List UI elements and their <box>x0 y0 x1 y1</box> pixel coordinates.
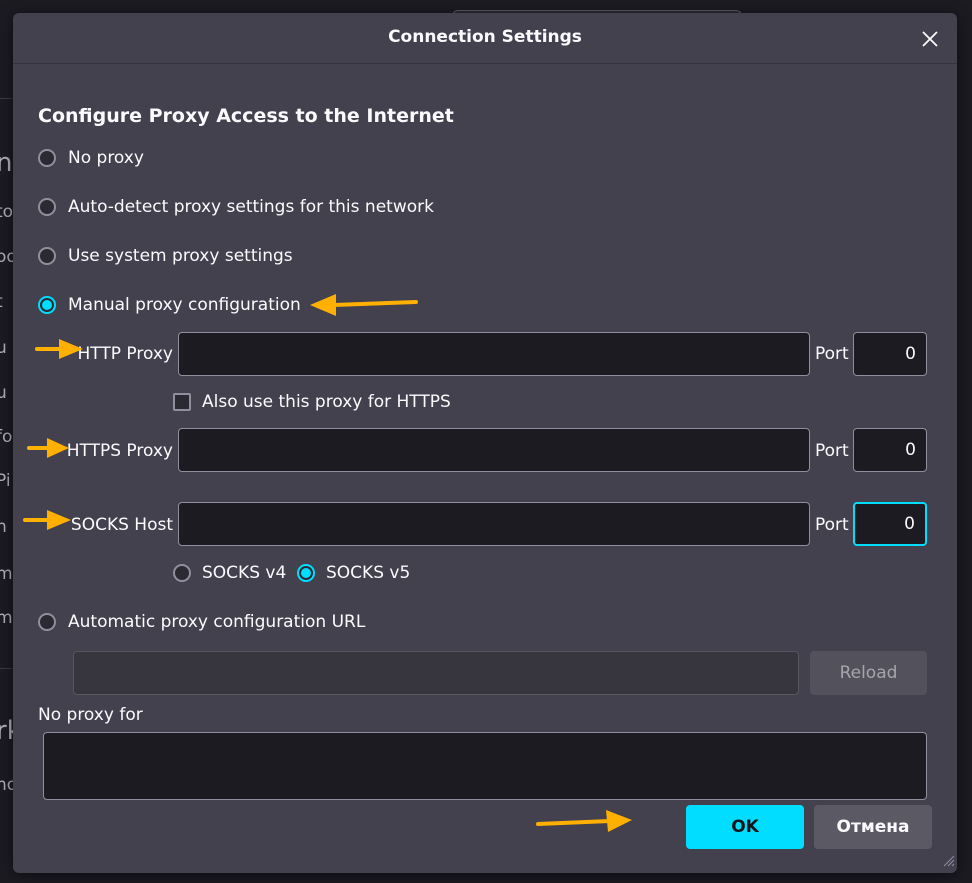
no-proxy-for-label: No proxy for <box>38 705 143 725</box>
socks-host-input[interactable] <box>178 502 810 546</box>
background-divider <box>0 668 12 669</box>
http-port-label: Port <box>815 344 849 364</box>
connection-settings-dialog: Connection Settings Configure Proxy Acce… <box>13 13 957 873</box>
socks-port-label: Port <box>815 515 849 535</box>
reload-button[interactable]: Reload <box>810 651 927 695</box>
arrow-annotation-icon <box>27 438 69 458</box>
arrow-annotation-icon <box>23 510 71 530</box>
auto-detect-label: Auto-detect proxy settings for this netw… <box>68 197 434 217</box>
https-port-label: Port <box>815 441 849 461</box>
https-same-proxy-checkbox[interactable] <box>173 393 191 411</box>
no-proxy-for-textarea[interactable] <box>43 732 927 800</box>
background-divider <box>0 98 12 99</box>
system-proxy-radio[interactable] <box>38 247 56 265</box>
https-same-proxy-option[interactable]: Also use this proxy for HTTPS <box>173 392 451 412</box>
no-proxy-radio[interactable] <box>38 149 56 167</box>
ok-button[interactable]: OK <box>686 805 804 849</box>
http-port-input[interactable] <box>853 332 927 376</box>
proxy-heading: Configure Proxy Access to the Internet <box>38 105 454 127</box>
socks-v5-label: SOCKS v5 <box>326 563 411 583</box>
socks-v5-radio[interactable] <box>297 564 315 582</box>
https-proxy-label: HTTPS Proxy <box>66 441 173 461</box>
auto-config-url-radio[interactable] <box>38 613 56 631</box>
auto-config-url-label: Automatic proxy configuration URL <box>68 612 366 632</box>
auto-config-url-input[interactable] <box>73 651 799 695</box>
dialog-titlebar: Connection Settings <box>13 13 957 64</box>
background-text: to <box>0 202 14 222</box>
manual-proxy-option[interactable]: Manual proxy configuration <box>38 295 301 315</box>
close-icon[interactable] <box>918 27 942 51</box>
manual-proxy-label: Manual proxy configuration <box>68 295 301 315</box>
background-text: t <box>0 292 3 312</box>
socks-v5-option[interactable]: SOCKS v5 <box>297 563 410 583</box>
dialog-title: Connection Settings <box>388 27 582 47</box>
auto-config-url-option[interactable]: Automatic proxy configuration URL <box>38 612 365 632</box>
arrow-annotation-icon <box>536 810 632 832</box>
background-text: u <box>0 338 7 358</box>
background-text: m <box>0 608 13 628</box>
socks-host-label: SOCKS Host <box>70 515 173 535</box>
system-proxy-option[interactable]: Use system proxy settings <box>38 246 293 266</box>
arrow-annotation-icon <box>310 294 418 316</box>
manual-proxy-radio[interactable] <box>38 296 56 314</box>
socks-v4-option[interactable]: SOCKS v4 <box>173 563 286 583</box>
arrow-annotation-icon <box>35 339 83 359</box>
background-text: u <box>0 383 7 403</box>
https-same-proxy-label: Also use this proxy for HTTPS <box>202 392 451 412</box>
background-text: fo <box>0 427 13 447</box>
socks-v4-label: SOCKS v4 <box>202 563 287 583</box>
no-proxy-option[interactable]: No proxy <box>38 148 144 168</box>
system-proxy-label: Use system proxy settings <box>68 246 293 266</box>
https-proxy-input[interactable] <box>178 428 810 472</box>
background-text: n <box>0 517 7 537</box>
background-text: Pi <box>0 471 11 491</box>
socks-port-input[interactable] <box>853 502 927 546</box>
auto-detect-radio[interactable] <box>38 198 56 216</box>
no-proxy-label: No proxy <box>68 148 144 168</box>
http-proxy-input[interactable] <box>178 332 810 376</box>
resize-grip-icon[interactable] <box>941 853 955 867</box>
background-text: m <box>0 564 13 584</box>
socks-v4-radio[interactable] <box>173 564 191 582</box>
auto-detect-option[interactable]: Auto-detect proxy settings for this netw… <box>38 197 434 217</box>
https-port-input[interactable] <box>853 428 927 472</box>
cancel-button[interactable]: Отмена <box>814 805 932 849</box>
